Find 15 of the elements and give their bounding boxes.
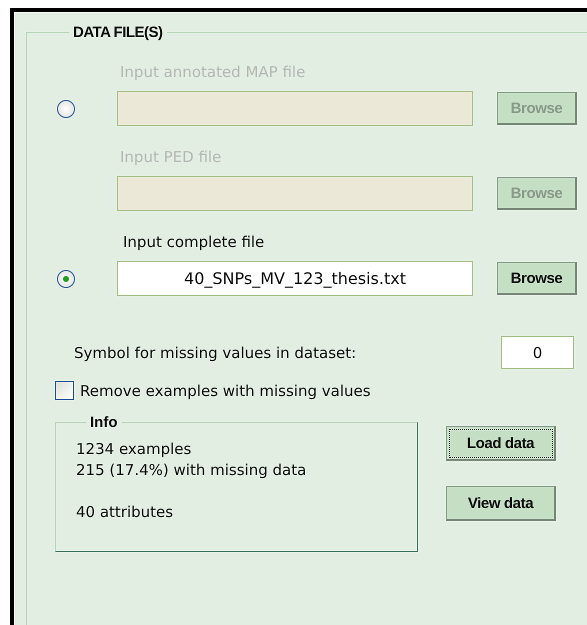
field-label: Input complete file	[123, 233, 266, 251]
checkbox-label: Remove examples with missing values	[80, 382, 371, 400]
info-line: 215 (17.4%) with missing data	[76, 460, 308, 481]
missing-symbol-label: Symbol for missing values in dataset:	[74, 344, 356, 362]
info-title: Info	[89, 414, 118, 431]
checkbox[interactable]	[55, 381, 74, 400]
file-path-field[interactable]: 40_SNPs_MV_123_thesis.txt	[117, 261, 473, 296]
load-data-button[interactable]: Load data	[446, 426, 556, 461]
missing-symbol-field[interactable]: 0	[501, 336, 574, 369]
info-line: 1234 examples	[76, 439, 192, 460]
group-title: DATA FILE(S)	[72, 24, 164, 41]
info-line: 40 attributes	[76, 502, 174, 523]
browse-button[interactable]: Browse	[497, 262, 577, 295]
radio-button[interactable]	[57, 270, 75, 288]
view-data-button[interactable]: View data	[446, 486, 556, 521]
